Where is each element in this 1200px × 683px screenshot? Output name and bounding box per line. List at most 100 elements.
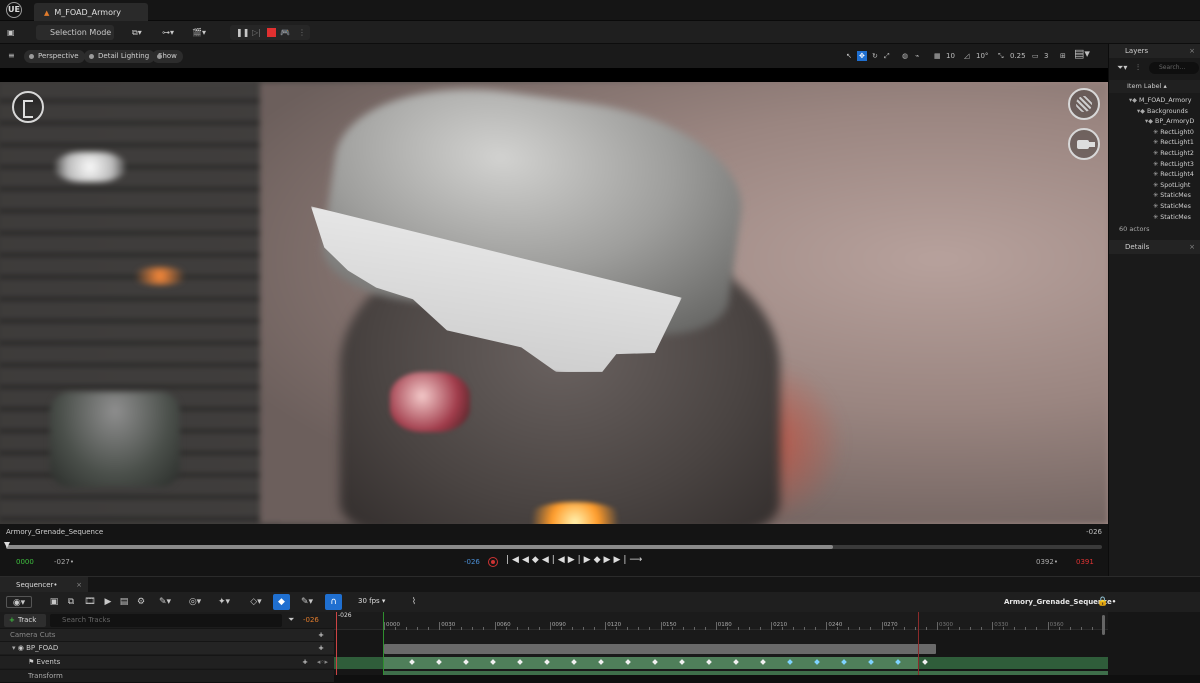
out-frame[interactable]: 0392•: [1036, 558, 1058, 566]
range-end-marker[interactable]: [918, 612, 919, 675]
end-frame[interactable]: 0391: [1076, 558, 1094, 566]
grid-snap-value[interactable]: 10: [946, 51, 955, 61]
camera-menu-icon[interactable]: ◉▾: [6, 596, 32, 608]
jump-start-icon[interactable]: |◀: [506, 555, 522, 565]
unreal-logo-icon[interactable]: UE: [6, 2, 22, 18]
filter-icon[interactable]: ⏷: [288, 615, 294, 625]
frame-rate-dropdown[interactable]: 30 fps ▾: [358, 597, 385, 605]
surface-snap-icon[interactable]: ⌁: [915, 51, 919, 61]
item-label-header[interactable]: Item Label ▴: [1109, 80, 1200, 93]
show-button[interactable]: Show: [152, 50, 183, 63]
scale-snap-icon[interactable]: ⤡: [998, 51, 1004, 61]
lighting-button[interactable]: Detail Lighting: [84, 50, 156, 63]
world-icon[interactable]: ◍: [902, 51, 908, 61]
next-key-icon[interactable]: ◆▶: [594, 555, 614, 565]
outliner-item[interactable]: ✳ StaticMes: [1153, 213, 1199, 224]
possess-icon[interactable]: 🎮: [280, 25, 290, 40]
close-icon[interactable]: ×: [76, 577, 82, 593]
filter-icon[interactable]: ⏷▾: [1117, 63, 1127, 73]
outliner-item[interactable]: ✳ RectLight4: [1153, 170, 1199, 181]
outliner-item[interactable]: ✳ StaticMes: [1153, 191, 1199, 202]
details-tab[interactable]: Details ×: [1109, 240, 1200, 254]
step-back-icon[interactable]: ◀|: [542, 555, 558, 565]
add-icon[interactable]: +: [318, 642, 324, 655]
curve-icon[interactable]: ✦▾: [214, 596, 234, 608]
playhead[interactable]: [336, 612, 337, 675]
grid-snap-icon[interactable]: ▦: [934, 51, 941, 61]
current-frame-field[interactable]: -026: [303, 616, 319, 624]
outliner-item[interactable]: ▾◆ BP_ArmoryD: [1145, 117, 1199, 128]
layout-icon[interactable]: ▤▾: [1074, 48, 1090, 59]
add-icon[interactable]: +: [302, 656, 308, 669]
search-tracks-input[interactable]: Search Tracks: [50, 614, 282, 627]
outliner-item[interactable]: ▾◆ Backgrounds: [1137, 107, 1199, 118]
rotation-snap-icon[interactable]: ◿: [964, 51, 969, 61]
key-nav-icon[interactable]: ◂◦▸: [317, 656, 328, 669]
vertical-scrollbar[interactable]: [1102, 615, 1105, 635]
key-interp-icon[interactable]: ◇▾: [246, 596, 266, 608]
actions-icon[interactable]: ✎▾: [155, 596, 175, 608]
camera-lock-icon[interactable]: [1068, 88, 1100, 120]
outliner-item[interactable]: ✳ StaticMes: [1153, 202, 1199, 213]
render-movie-icon[interactable]: 🎞: [84, 596, 96, 608]
current-frame[interactable]: -026: [464, 558, 480, 566]
outliner-item[interactable]: ✳ RectLight2: [1153, 149, 1199, 160]
in-frame[interactable]: -027•: [54, 558, 74, 566]
outliner-item[interactable]: ✳ SpotLight: [1153, 181, 1199, 192]
selection-mode-dropdown[interactable]: Selection Mode ▾: [36, 25, 114, 52]
perspective-button[interactable]: Perspective: [24, 50, 85, 63]
layers-search-input[interactable]: Search...: [1149, 62, 1199, 74]
select-icon[interactable]: ↖: [846, 51, 852, 61]
camera-speed-value[interactable]: 3: [1044, 51, 1048, 61]
outliner-item[interactable]: ▾◆ M_FOAD_Armory: [1129, 96, 1199, 107]
scrub-bar[interactable]: [6, 545, 1102, 549]
outliner-item[interactable]: ✳ RectLight3: [1153, 160, 1199, 171]
camera-cut-icon[interactable]: [1068, 128, 1100, 160]
sequencer-tab[interactable]: Sequencer• ×: [0, 577, 88, 593]
record-icon[interactable]: [488, 557, 498, 567]
exit-pilot-icon[interactable]: [12, 91, 44, 123]
viewport[interactable]: [0, 68, 1108, 524]
cinematics-icon[interactable]: 🎬▾: [192, 25, 206, 40]
jump-end-icon[interactable]: ▶|: [613, 555, 629, 565]
track-camera-cuts[interactable]: Camera Cuts +: [0, 628, 334, 641]
loop-icon[interactable]: ⟶: [629, 555, 645, 565]
prev-key-icon[interactable]: ◀◆: [522, 555, 542, 565]
track-bp-foad[interactable]: ▾ ◉ BP_FOAD +: [0, 641, 334, 654]
playback-options-icon[interactable]: ▤: [118, 596, 130, 608]
save-icon[interactable]: ▣: [48, 596, 60, 608]
close-icon[interactable]: ×: [1189, 44, 1195, 58]
curve-editor-icon[interactable]: ⌇: [408, 596, 420, 608]
stop-icon[interactable]: [267, 28, 276, 37]
play-reverse-icon[interactable]: ◀: [558, 555, 568, 565]
rotate-icon[interactable]: ↻: [872, 51, 878, 61]
timeline-area[interactable]: 0000 0030 0060 0090 0120 0150 0180 0210 0240 0270…: [334, 612, 1108, 675]
rotation-snap-value[interactable]: 10°: [976, 51, 988, 61]
track-events[interactable]: ⚑ Events + ◂◦▸: [0, 655, 334, 668]
layers-settings-icon[interactable]: ⫶: [1137, 63, 1139, 73]
lock-icon[interactable]: 🔒: [1097, 596, 1109, 608]
translate-icon[interactable]: ✥: [857, 51, 867, 61]
hamburger-icon[interactable]: ≡: [8, 51, 15, 60]
browse-icon[interactable]: ⧉: [65, 596, 77, 608]
more-options-icon[interactable]: ⋮: [298, 25, 306, 40]
scale-icon[interactable]: ⤢: [884, 51, 890, 61]
add-content-icon[interactable]: ⧉▾: [132, 25, 142, 40]
snap-magnet-icon[interactable]: ∩: [325, 594, 342, 610]
settings-icon[interactable]: ⚙: [135, 596, 147, 608]
blueprint-icon[interactable]: ⊶▾: [162, 25, 174, 40]
edit-mode-icon[interactable]: ✎▾: [297, 596, 317, 608]
range-start-marker[interactable]: [383, 612, 384, 675]
track-transform[interactable]: Transform: [0, 669, 334, 682]
bp-foad-section[interactable]: [384, 644, 936, 654]
start-frame[interactable]: 0000: [16, 558, 34, 566]
step-forward-icon[interactable]: |▶: [578, 555, 594, 565]
auto-key-icon[interactable]: ◆: [273, 594, 290, 610]
layers-tab[interactable]: Layers ×: [1109, 44, 1200, 58]
outliner-item[interactable]: ✳ RectLight1: [1153, 138, 1199, 149]
add-track-button[interactable]: Track: [4, 614, 46, 627]
play-icon[interactable]: ▶: [568, 555, 578, 565]
time-ruler[interactable]: 0000 0030 0060 0090 0120 0150 0180 0210 0240 0270…: [334, 612, 1108, 630]
transform-section[interactable]: [384, 671, 1108, 675]
close-icon[interactable]: ×: [1189, 240, 1195, 254]
